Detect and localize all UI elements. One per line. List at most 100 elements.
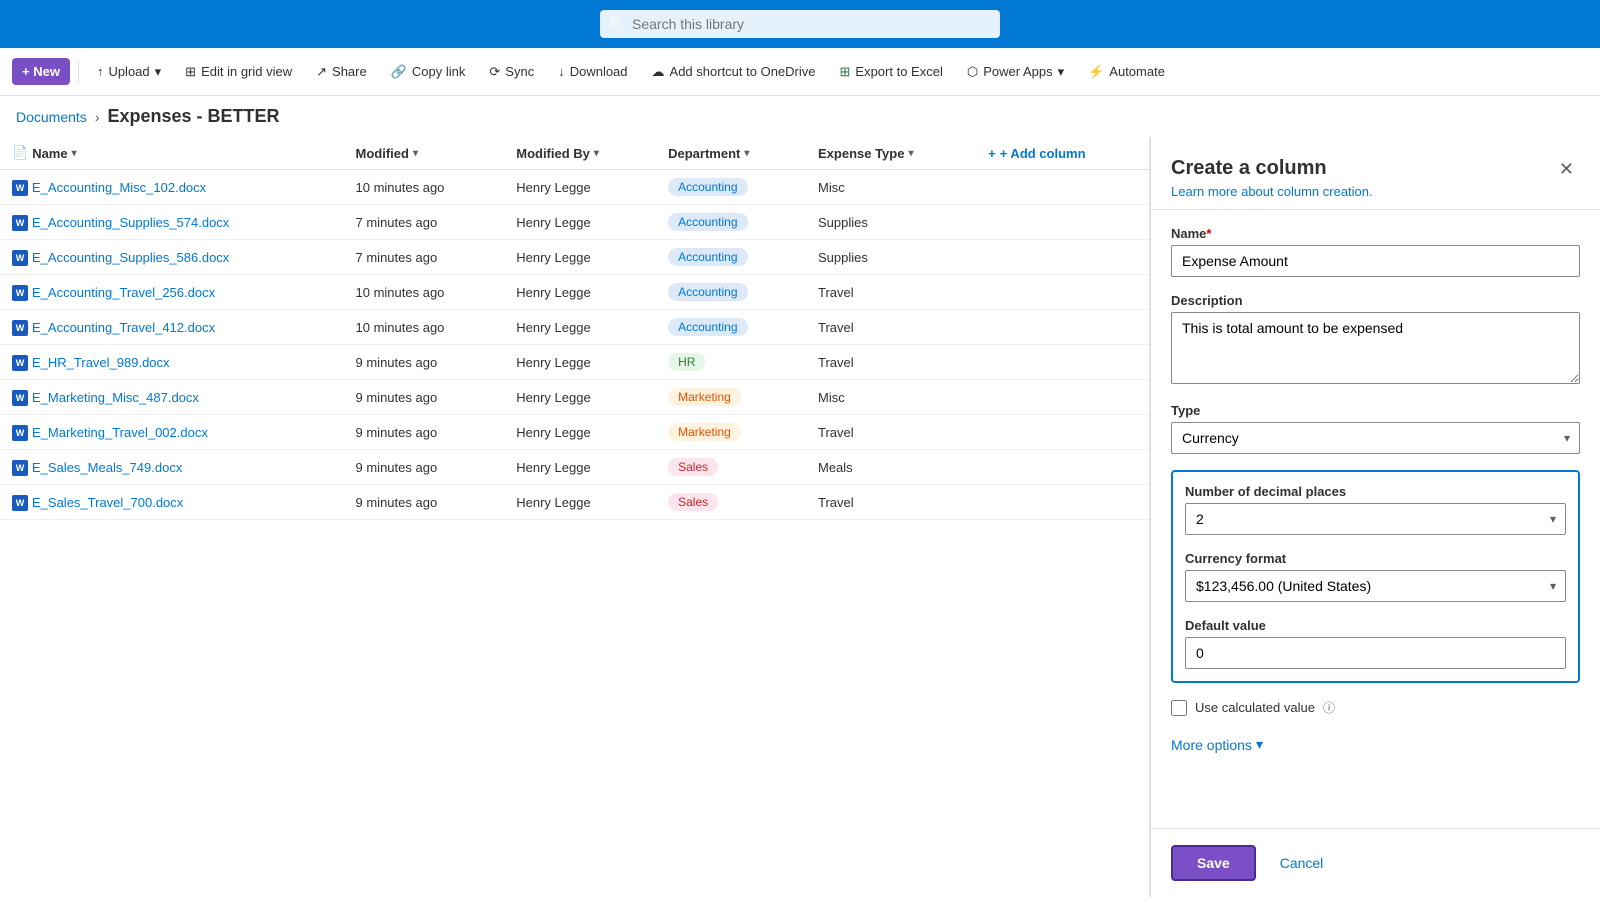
more-options-button[interactable]: More options ▾: [1171, 732, 1263, 757]
file-name-6[interactable]: E_Marketing_Misc_487.docx: [32, 390, 199, 405]
word-icon-9: W: [12, 495, 28, 511]
cell-department-0: Accounting: [656, 170, 806, 205]
th-modified-by[interactable]: Modified By ▾: [504, 137, 656, 170]
cell-expense-type-6: Misc: [806, 380, 976, 415]
default-value-input[interactable]: [1185, 637, 1566, 669]
close-panel-button[interactable]: ✕: [1553, 157, 1580, 182]
word-icon-6: W: [12, 390, 28, 406]
cell-expense-type-1: Supplies: [806, 205, 976, 240]
breadcrumb-separator: ›: [95, 109, 100, 125]
cell-department-6: Marketing: [656, 380, 806, 415]
panel-title: Create a column: [1171, 157, 1373, 180]
th-department[interactable]: Department ▾: [656, 137, 806, 170]
cell-name-4: W E_Accounting_Travel_412.docx: [0, 310, 344, 345]
cell-empty-8: [976, 450, 1149, 485]
chevron-down-icon-2: ▾: [1058, 64, 1065, 80]
use-calculated-label[interactable]: Use calculated value: [1195, 700, 1315, 715]
cell-modified-5: 9 minutes ago: [344, 345, 505, 380]
word-icon-7: W: [12, 425, 28, 441]
file-name-8[interactable]: E_Sales_Meals_749.docx: [32, 460, 182, 475]
table-row: W E_HR_Travel_989.docx 9 minutes ago Hen…: [0, 345, 1149, 380]
th-name[interactable]: 📄 Name ▾: [0, 137, 344, 170]
file-name-7[interactable]: E_Marketing_Travel_002.docx: [32, 425, 208, 440]
file-name-4[interactable]: E_Accounting_Travel_412.docx: [32, 320, 215, 335]
main-content: 📄 Name ▾ Modified ▾ Modified By: [0, 137, 1600, 897]
cell-modified-by-9: Henry Legge: [504, 485, 656, 520]
cell-department-7: Marketing: [656, 415, 806, 450]
description-textarea[interactable]: This is total amount to be expensed: [1171, 312, 1580, 384]
cell-department-8: Sales: [656, 450, 806, 485]
sync-button[interactable]: ⟳ Sync: [479, 58, 544, 86]
file-name-2[interactable]: E_Accounting_Supplies_586.docx: [32, 250, 229, 265]
breadcrumb-parent[interactable]: Documents: [16, 109, 87, 125]
create-column-panel: Create a column Learn more about column …: [1150, 137, 1600, 897]
command-bar: + New ↑ Upload ▾ ⊞ Edit in grid view ↗ S…: [0, 48, 1600, 96]
file-name-1[interactable]: E_Accounting_Supplies_574.docx: [32, 215, 229, 230]
currency-format-select[interactable]: $123,456.00 (United States) €123.456,00 …: [1185, 570, 1566, 602]
info-icon[interactable]: ⓘ: [1323, 699, 1335, 716]
type-field-group: Type Currency Single line of text Multip…: [1171, 403, 1580, 454]
name-input[interactable]: [1171, 245, 1580, 277]
type-select[interactable]: Currency Single line of text Multiple li…: [1171, 422, 1580, 454]
add-col-icon: +: [988, 146, 996, 161]
grid-icon: ⊞: [185, 64, 196, 80]
upload-button[interactable]: ↑ Upload ▾: [87, 58, 171, 86]
cell-department-1: Accounting: [656, 205, 806, 240]
cell-modified-7: 9 minutes ago: [344, 415, 505, 450]
currency-format-label: Currency format: [1185, 551, 1566, 566]
th-expense-type[interactable]: Expense Type ▾: [806, 137, 976, 170]
share-button[interactable]: ↗ Share: [306, 58, 377, 86]
currency-format-group: Currency format $123,456.00 (United Stat…: [1185, 551, 1566, 602]
edit-grid-button[interactable]: ⊞ Edit in grid view: [175, 58, 302, 86]
cell-modified-8: 9 minutes ago: [344, 450, 505, 485]
cell-empty-7: [976, 415, 1149, 450]
sort-icon-expense: ▾: [908, 148, 913, 159]
power-apps-button[interactable]: ⬡ Power Apps ▾: [957, 58, 1074, 86]
description-label: Description: [1171, 293, 1580, 308]
table-row: W E_Accounting_Supplies_574.docx 7 minut…: [0, 205, 1149, 240]
breadcrumb: Documents › Expenses - BETTER: [0, 96, 1600, 137]
save-button[interactable]: Save: [1171, 845, 1256, 881]
cell-empty-4: [976, 310, 1149, 345]
add-shortcut-button[interactable]: ☁ Add shortcut to OneDrive: [642, 58, 826, 86]
search-input[interactable]: [600, 10, 1000, 38]
automate-button[interactable]: ⚡ Automate: [1078, 58, 1175, 86]
cell-empty-0: [976, 170, 1149, 205]
cell-modified-1: 7 minutes ago: [344, 205, 505, 240]
download-button[interactable]: ↓ Download: [548, 58, 637, 85]
cell-modified-by-3: Henry Legge: [504, 275, 656, 310]
cell-modified-6: 9 minutes ago: [344, 380, 505, 415]
table-row: W E_Accounting_Misc_102.docx 10 minutes …: [0, 170, 1149, 205]
decimal-select[interactable]: 0 1 2 3 4 5: [1185, 503, 1566, 535]
cancel-button[interactable]: Cancel: [1268, 847, 1336, 879]
file-name-0[interactable]: E_Accounting_Misc_102.docx: [32, 180, 206, 195]
panel-footer: Save Cancel: [1151, 828, 1600, 897]
dept-badge-9: Sales: [668, 493, 718, 511]
th-add-column[interactable]: + + Add column: [976, 137, 1149, 170]
cell-department-4: Accounting: [656, 310, 806, 345]
copy-link-button[interactable]: 🔗 Copy link: [381, 58, 476, 86]
automate-icon: ⚡: [1088, 64, 1104, 80]
new-button[interactable]: + New: [12, 58, 70, 85]
word-icon-8: W: [12, 460, 28, 476]
export-excel-button[interactable]: ⊞ Export to Excel: [830, 58, 953, 86]
dept-badge-8: Sales: [668, 458, 718, 476]
panel-subtitle[interactable]: Learn more about column creation.: [1171, 184, 1373, 199]
file-name-9[interactable]: E_Sales_Travel_700.docx: [32, 495, 183, 510]
cell-empty-5: [976, 345, 1149, 380]
table-row: W E_Accounting_Travel_256.docx 10 minute…: [0, 275, 1149, 310]
use-calculated-checkbox[interactable]: [1171, 700, 1187, 716]
file-name-5[interactable]: E_HR_Travel_989.docx: [32, 355, 170, 370]
cell-modified-by-5: Henry Legge: [504, 345, 656, 380]
cell-modified-9: 9 minutes ago: [344, 485, 505, 520]
th-modified[interactable]: Modified ▾: [344, 137, 505, 170]
decimal-select-wrapper: 0 1 2 3 4 5 ▾: [1185, 503, 1566, 535]
cell-modified-0: 10 minutes ago: [344, 170, 505, 205]
cell-modified-by-1: Henry Legge: [504, 205, 656, 240]
chevron-down-icon: ▾: [155, 64, 162, 80]
table-row: W E_Accounting_Supplies_586.docx 7 minut…: [0, 240, 1149, 275]
cell-empty-9: [976, 485, 1149, 520]
name-field-group: Name*: [1171, 226, 1580, 277]
share-icon: ↗: [316, 64, 327, 80]
file-name-3[interactable]: E_Accounting_Travel_256.docx: [32, 285, 215, 300]
